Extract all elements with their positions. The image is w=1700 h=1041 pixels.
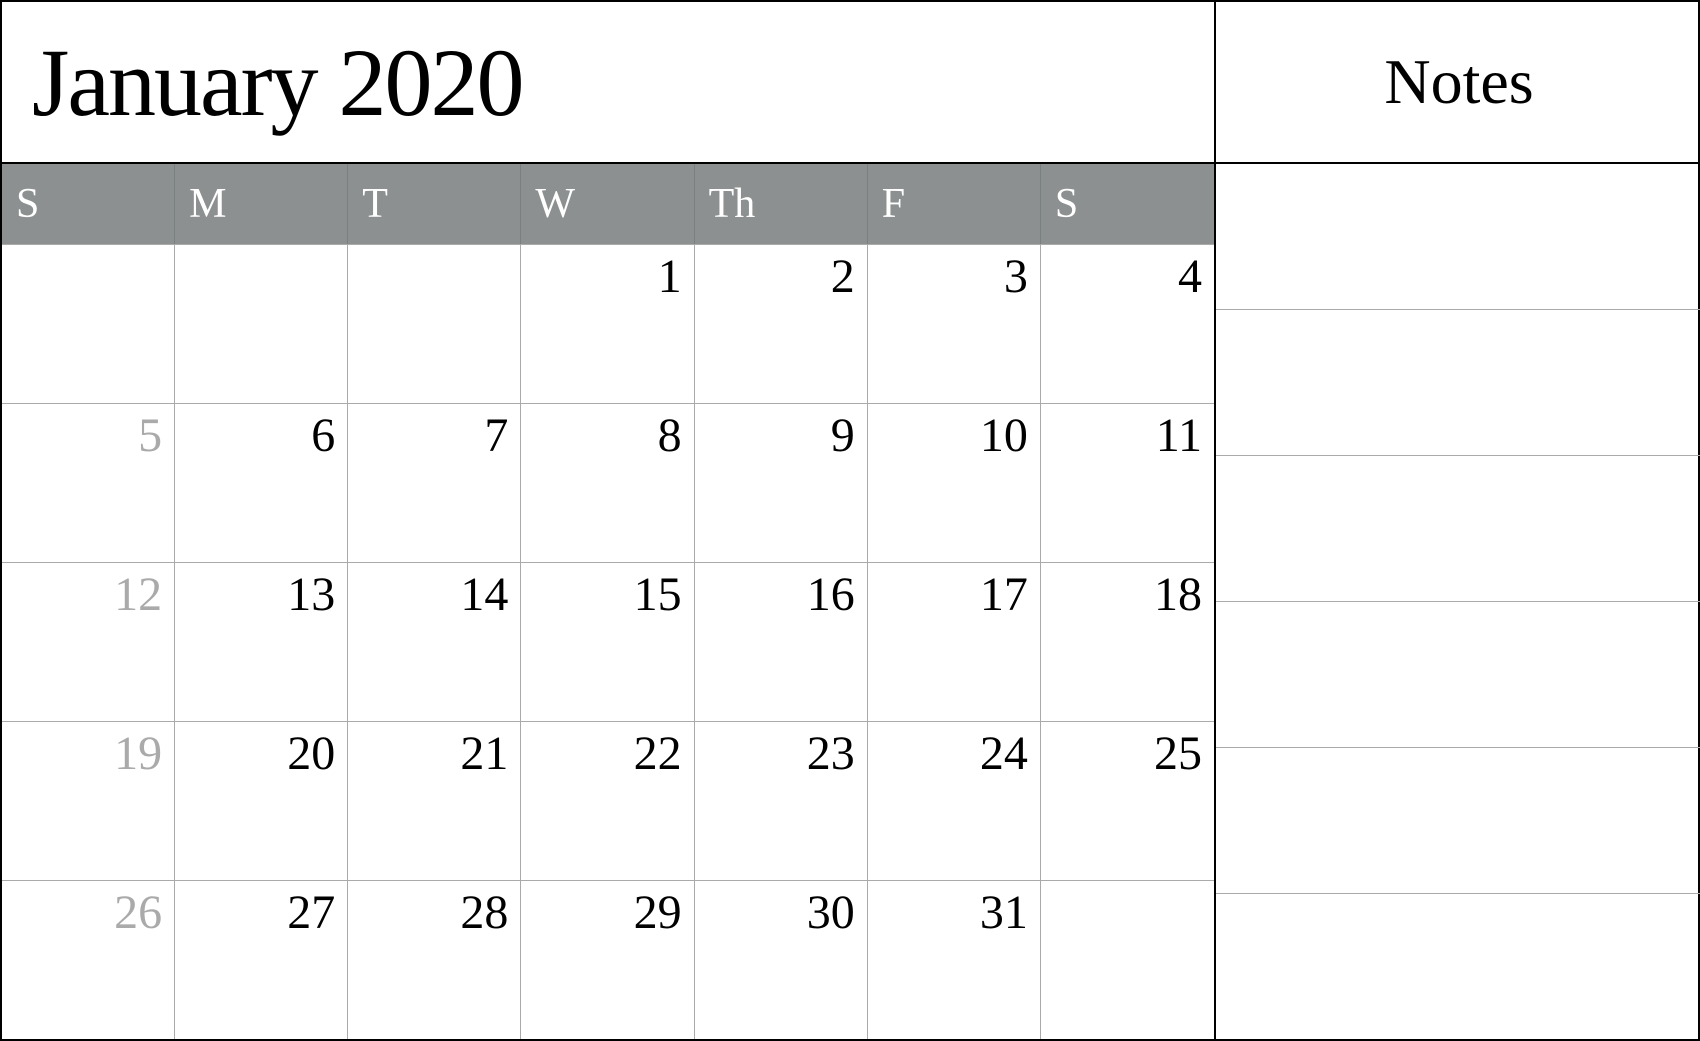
- cell-number: 15: [634, 571, 682, 619]
- cell-number: 30: [807, 889, 855, 937]
- calendar-cell: 9: [695, 404, 868, 562]
- cell-number: 3: [1004, 253, 1028, 301]
- week-row-3: 12 13 14 15 16 17 18: [2, 562, 1214, 721]
- calendar-grid: 1234567891011121314151617181920212223242…: [2, 244, 1214, 1039]
- cell-number: 28: [460, 889, 508, 937]
- calendar-cell: 10: [868, 404, 1041, 562]
- calendar-cell: 29: [521, 881, 694, 1039]
- notes-line-4[interactable]: [1216, 602, 1700, 748]
- cell-number: 10: [980, 412, 1028, 460]
- calendar-cell: 12: [2, 563, 175, 721]
- calendar-cell: 31: [868, 881, 1041, 1039]
- notes-panel: Notes: [1216, 2, 1700, 1039]
- cell-number: 18: [1154, 571, 1202, 619]
- calendar-cell: 1: [521, 245, 694, 403]
- calendar-cell: 22: [521, 722, 694, 880]
- calendar-cell: 8: [521, 404, 694, 562]
- cell-number: 24: [980, 730, 1028, 778]
- notes-lines[interactable]: [1216, 164, 1700, 1039]
- calendar-cell: 19: [2, 722, 175, 880]
- cell-number: 21: [460, 730, 508, 778]
- calendar-cell: 7: [348, 404, 521, 562]
- calendar-cell: 26: [2, 881, 175, 1039]
- calendar-cell: 23: [695, 722, 868, 880]
- notes-line-2[interactable]: [1216, 310, 1700, 456]
- cell-number: 26: [114, 889, 162, 937]
- week-row-2: 5 6 7 8 9 10 11: [2, 403, 1214, 562]
- calendar-cell: [2, 245, 175, 403]
- notes-line-6[interactable]: [1216, 894, 1700, 1039]
- calendar-cell: 16: [695, 563, 868, 721]
- calendar-cell: [1041, 881, 1214, 1039]
- calendar-cell: [348, 245, 521, 403]
- day-header-s: S: [1041, 164, 1214, 244]
- week-row-4: 19 20 21 22 23 24 25: [2, 721, 1214, 880]
- notes-line-1[interactable]: [1216, 164, 1700, 310]
- cell-number: 13: [287, 571, 335, 619]
- calendar-cell: 5: [2, 404, 175, 562]
- calendar-cell: 15: [521, 563, 694, 721]
- calendar-cell: 13: [175, 563, 348, 721]
- week-row-1: 1 2 3 4: [2, 244, 1214, 403]
- cell-number: 2: [831, 253, 855, 301]
- cell-number: 14: [460, 571, 508, 619]
- cell-number: 12: [114, 571, 162, 619]
- cell-number: 11: [1156, 412, 1202, 460]
- cell-number: 17: [980, 571, 1028, 619]
- calendar-cell: 27: [175, 881, 348, 1039]
- notes-title: Notes: [1384, 45, 1533, 119]
- cell-number: 7: [484, 412, 508, 460]
- calendar-cell: 21: [348, 722, 521, 880]
- cell-number: 25: [1154, 730, 1202, 778]
- calendar-cell: 30: [695, 881, 868, 1039]
- day-header-th: Th: [695, 164, 868, 244]
- week-row-5: 26 27 28 29 30 31: [2, 880, 1214, 1039]
- cell-number: 23: [807, 730, 855, 778]
- cell-number: 27: [287, 889, 335, 937]
- calendar-cell: 25: [1041, 722, 1214, 880]
- cell-number: 9: [831, 412, 855, 460]
- cell-number: 5: [138, 412, 162, 460]
- cell-number: 19: [114, 730, 162, 778]
- calendar-cell: [175, 245, 348, 403]
- day-header-m: M: [175, 164, 348, 244]
- cell-number: 29: [634, 889, 682, 937]
- calendar-main: January 2020 SMTWThFS 123456789101112131…: [2, 2, 1216, 1039]
- calendar-cell: 18: [1041, 563, 1214, 721]
- calendar-cell: 24: [868, 722, 1041, 880]
- notes-header: Notes: [1216, 2, 1700, 164]
- cell-number: 6: [311, 412, 335, 460]
- cell-number: 4: [1178, 253, 1202, 301]
- cell-number: 8: [658, 412, 682, 460]
- cell-number: 31: [980, 889, 1028, 937]
- calendar-cell: 17: [868, 563, 1041, 721]
- calendar-cell: 28: [348, 881, 521, 1039]
- calendar-cell: 14: [348, 563, 521, 721]
- day-header-f: F: [868, 164, 1041, 244]
- day-header-w: W: [521, 164, 694, 244]
- calendar-cell: 6: [175, 404, 348, 562]
- calendar-cell: 20: [175, 722, 348, 880]
- calendar-title: January 2020: [32, 27, 523, 138]
- cell-number: 1: [658, 253, 682, 301]
- day-header-t: T: [348, 164, 521, 244]
- cell-number: 16: [807, 571, 855, 619]
- notes-line-3[interactable]: [1216, 456, 1700, 602]
- cell-number: 22: [634, 730, 682, 778]
- calendar-cell: 4: [1041, 245, 1214, 403]
- notes-line-5[interactable]: [1216, 748, 1700, 894]
- calendar-wrapper: January 2020 SMTWThFS 123456789101112131…: [0, 0, 1700, 1041]
- calendar-cell: 2: [695, 245, 868, 403]
- calendar-cell: 11: [1041, 404, 1214, 562]
- days-header-row: SMTWThFS: [2, 164, 1214, 244]
- calendar-header: January 2020: [2, 2, 1214, 164]
- cell-number: 20: [287, 730, 335, 778]
- calendar-cell: 3: [868, 245, 1041, 403]
- day-header-s: S: [2, 164, 175, 244]
